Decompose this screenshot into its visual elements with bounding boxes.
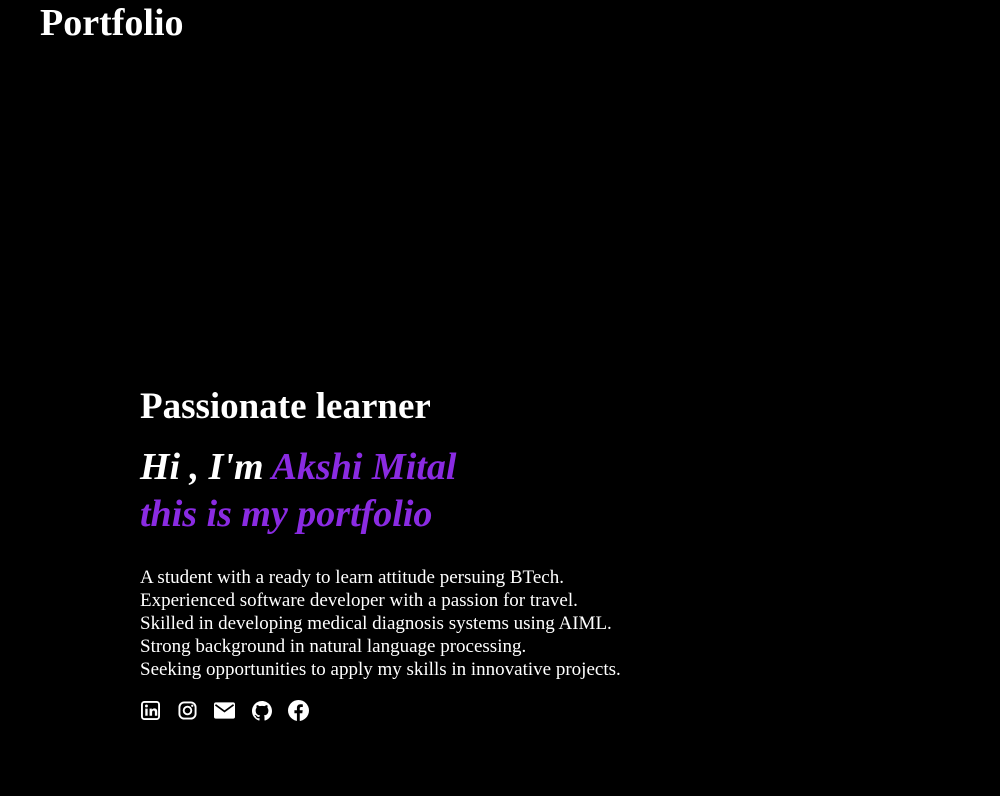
instagram-link[interactable] (177, 700, 198, 721)
hero-section: Passionate learner Hi , I'm Akshi Mital … (140, 384, 840, 721)
github-link[interactable] (251, 700, 272, 721)
linkedin-link[interactable] (140, 700, 161, 721)
brand-logo[interactable]: Portfolio (40, 2, 184, 44)
github-icon (251, 700, 272, 721)
page: Portfolio Passionate learner Hi , I'm Ak… (0, 0, 1000, 796)
greeting-suffix: this is my portfolio (140, 493, 433, 535)
bio-line: Strong background in natural language pr… (140, 636, 527, 657)
bio: A student with a ready to learn attitude… (140, 566, 840, 681)
envelope-icon (214, 702, 235, 719)
greeting: Hi , I'm Akshi Mital this is my portfoli… (140, 444, 840, 538)
bio-line: A student with a ready to learn attitude… (140, 567, 564, 588)
bio-line: Seeking opportunities to apply my skills… (140, 659, 621, 680)
facebook-link[interactable] (288, 700, 309, 721)
bio-line: Experienced software developer with a pa… (140, 590, 578, 611)
owner-name: Akshi Mital (271, 446, 457, 488)
email-link[interactable] (214, 700, 235, 721)
instagram-icon (178, 701, 197, 720)
greeting-prefix: Hi , I'm (140, 446, 272, 488)
bio-line: Skilled in developing medical diagnosis … (140, 613, 612, 634)
linkedin-icon (141, 701, 160, 720)
facebook-icon (288, 700, 309, 721)
tagline: Passionate learner (140, 386, 431, 427)
social-links (140, 700, 840, 721)
